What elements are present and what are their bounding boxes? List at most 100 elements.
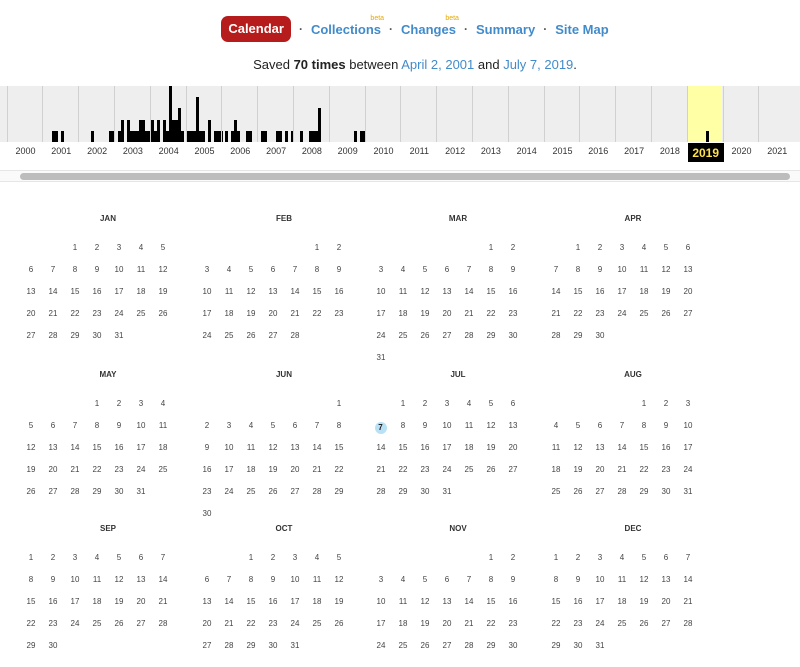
capture-timeline[interactable]	[0, 86, 800, 142]
year-label-2001[interactable]: 2001	[43, 146, 79, 156]
timeline-year-2000[interactable]	[6, 86, 43, 142]
year-label-2016[interactable]: 2016	[580, 146, 616, 156]
timeline-year-2002[interactable]	[78, 86, 116, 142]
timeline-year-2006[interactable]	[221, 86, 257, 142]
calendar-day: 22	[246, 618, 256, 628]
year-label-2007[interactable]: 2007	[258, 146, 294, 156]
calendar-day: 28	[158, 618, 168, 628]
nav-calendar[interactable]: Calendar	[221, 16, 291, 42]
year-label-2008[interactable]: 2008	[294, 146, 330, 156]
nav-collections[interactable]: Collections beta	[311, 15, 384, 37]
timeline-year-2013[interactable]	[471, 86, 508, 142]
month-nov: NOV 1 2 3 4 5 6 7 8 9 10 11 12 13 14 15 16 17 18 19 20 21 22 23…	[376, 524, 534, 656]
year-label-2010[interactable]: 2010	[366, 146, 402, 156]
timeline-year-2016[interactable]	[579, 86, 615, 142]
timeline-year-2003[interactable]	[113, 86, 151, 142]
timeline-year-2018[interactable]	[650, 86, 687, 142]
calendar-day: 5	[422, 264, 428, 274]
calendar-day: 30	[92, 330, 102, 340]
empty-day	[240, 392, 262, 414]
year-label-2018[interactable]: 2018	[652, 146, 688, 156]
timeline-year-2005[interactable]	[185, 86, 223, 142]
calendar-day: 25	[551, 486, 561, 496]
year-label-2015[interactable]: 2015	[545, 146, 581, 156]
capture-bar	[249, 131, 253, 142]
calendar-day: 8	[336, 420, 342, 430]
capture-bar	[201, 131, 205, 142]
last-capture-link[interactable]: July 7, 2019	[503, 57, 573, 72]
calendar-day: 11	[312, 574, 322, 584]
calendar-day: 16	[508, 596, 518, 606]
calendar-day: 21	[464, 618, 474, 628]
calendar-day: 6	[204, 574, 210, 584]
capture-bar	[279, 131, 283, 142]
calendar-day: 20	[442, 308, 452, 318]
nav-summary[interactable]: Summary	[476, 22, 535, 37]
timeline-scrollbar[interactable]	[0, 170, 800, 182]
year-label-2012[interactable]: 2012	[437, 146, 473, 156]
empty-day	[370, 392, 392, 414]
calendar-day: 18	[246, 464, 256, 474]
timeline-year-2007[interactable]	[257, 86, 295, 142]
scrollbar-thumb[interactable]	[20, 173, 790, 180]
year-label-2017[interactable]: 2017	[616, 146, 652, 156]
calendar-day: 7	[72, 420, 78, 430]
calendar-day: 18	[639, 286, 649, 296]
empty-day	[611, 392, 633, 414]
year-label-2019[interactable]: 2019	[687, 143, 724, 162]
calendar-day: 8	[72, 264, 78, 274]
capture-bar	[55, 131, 59, 142]
timeline-year-2008[interactable]	[292, 86, 329, 142]
empty-day	[196, 236, 218, 258]
year-label-2005[interactable]: 2005	[187, 146, 223, 156]
calendar-day: 18	[312, 596, 322, 606]
timeline-year-2015[interactable]	[543, 86, 580, 142]
timeline-year-2014[interactable]	[507, 86, 544, 142]
month-jan: JAN 1 2 3 4 5 6 7 8 9 10 11 12 13 14 15 16 17 18 19 20 21 22 23…	[26, 214, 184, 346]
timeline-year-2001[interactable]	[42, 86, 78, 142]
nav-site-map[interactable]: Site Map	[555, 22, 608, 37]
timeline-year-2004[interactable]	[149, 86, 186, 142]
timeline-year-2019[interactable]	[686, 86, 723, 142]
nav-changes[interactable]: Changes beta	[401, 15, 459, 37]
calendar-day: 27	[442, 330, 452, 340]
year-label-2021[interactable]: 2021	[759, 146, 795, 156]
calendar-day: 14	[158, 574, 168, 584]
calendar-day: 27	[442, 640, 452, 650]
timeline-year-2011[interactable]	[400, 86, 436, 142]
timeline-year-2010[interactable]	[364, 86, 401, 142]
calendar-day: 18	[617, 596, 627, 606]
empty-day	[567, 392, 589, 414]
year-label-2014[interactable]: 2014	[509, 146, 545, 156]
year-label-2000[interactable]: 2000	[8, 146, 44, 156]
timeline-year-2009[interactable]	[328, 86, 366, 142]
calendar-day-cell[interactable]: 7	[370, 414, 392, 436]
month-title: JAN	[99, 214, 116, 223]
year-label-2009[interactable]: 2009	[330, 146, 366, 156]
first-capture-link[interactable]: April 2, 2001	[401, 57, 474, 72]
month-days: 1 2 3 4 5 6 7 8 9 10 11 12 13 14 15 16 17 18 19 20 21 22 23 24 2…	[26, 236, 184, 346]
year-label-2011[interactable]: 2011	[401, 146, 437, 156]
year-label-2003[interactable]: 2003	[115, 146, 151, 156]
calendar-day: 4	[641, 242, 647, 252]
calendar-day: 6	[50, 420, 56, 430]
calendar-day: 1	[488, 242, 494, 252]
calendar-day: 23	[114, 464, 124, 474]
month-days: 1 2 3 4 5 6 7 8 9 10 11 12 13 14 15 16 17 18 19 20 21 22 23 24 2…	[551, 546, 709, 656]
timeline-year-2012[interactable]	[436, 86, 472, 142]
calendar-day: 16	[573, 596, 583, 606]
calendar-day: 5	[28, 420, 34, 430]
year-label-2002[interactable]: 2002	[79, 146, 115, 156]
year-label-2006[interactable]: 2006	[222, 146, 258, 156]
summary-between: between	[345, 57, 402, 72]
year-label-2020[interactable]: 2020	[724, 146, 760, 156]
calendar-day: 14	[464, 596, 474, 606]
timeline-year-2017[interactable]	[615, 86, 651, 142]
timeline-year-2021[interactable]	[758, 86, 794, 142]
timeline-year-2020[interactable]	[722, 86, 759, 142]
year-label-2013[interactable]: 2013	[473, 146, 509, 156]
calendar-day: 5	[336, 552, 342, 562]
calendar-day: 13	[268, 286, 278, 296]
capture-day-marker[interactable]: 7	[374, 421, 387, 434]
year-label-2004[interactable]: 2004	[151, 146, 187, 156]
